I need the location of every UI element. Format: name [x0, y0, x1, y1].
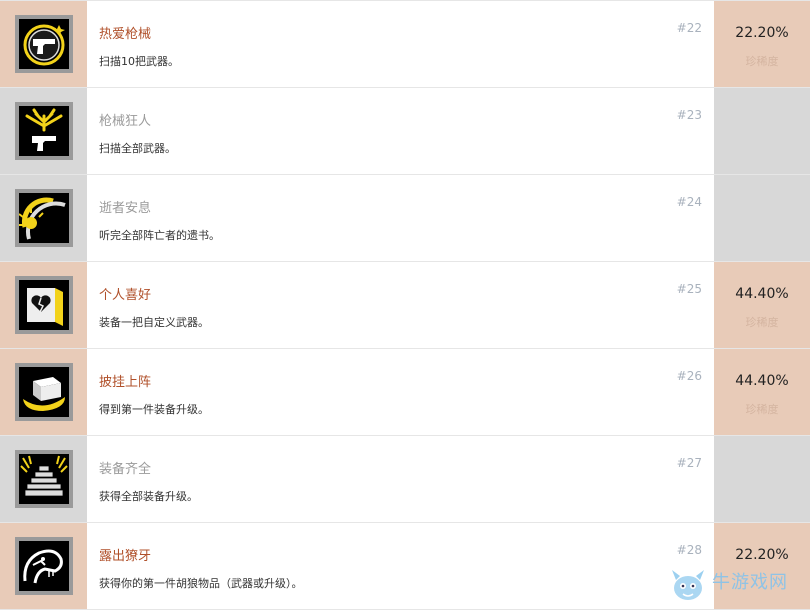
icon-frame [14, 102, 73, 160]
icon-frame [14, 15, 73, 73]
crate-stack-icon [18, 454, 69, 504]
broken-heart-door-icon [18, 280, 69, 330]
rarity-label: 珍稀度 [745, 55, 779, 68]
mascot-icon [664, 564, 712, 610]
rarity-label: 珍稀度 [745, 316, 779, 329]
sunrise-arc-icon [18, 193, 69, 243]
icon-cell [0, 88, 87, 174]
achievement-title: 披挂上阵 [99, 375, 152, 390]
achievement-row[interactable]: 逝者安息 听完全部阵亡者的遗书。 #24 [0, 175, 810, 262]
pistol-badge-icon [18, 19, 69, 69]
achievement-info: 装备齐全 获得全部装备升级。 #27 [87, 436, 714, 522]
achievement-description: 听完全部阵亡者的遗书。 [99, 229, 220, 242]
icon-cell [0, 349, 87, 435]
icon-cell [0, 175, 87, 261]
achievement-title: 逝者安息 [99, 201, 152, 216]
achievement-info: 披挂上阵 得到第一件装备升级。 #26 [87, 349, 714, 435]
rarity-label: 珍稀度 [745, 403, 779, 416]
watermark-text: 牛游戏网 [712, 572, 788, 593]
achievement-description: 获得全部装备升级。 [99, 490, 198, 503]
achievement-title: 热爱枪械 [99, 27, 152, 42]
achievement-title: 露出獠牙 [99, 549, 152, 564]
icon-cell [0, 523, 87, 609]
achievement-info: 逝者安息 听完全部阵亡者的遗书。 #24 [87, 175, 714, 261]
achievement-title: 装备齐全 [99, 462, 152, 477]
rarity-cell [714, 436, 810, 522]
achievement-title: 个人喜好 [99, 288, 152, 303]
achievement-number: #22 [676, 21, 702, 35]
rarity-cell: 44.40% 珍稀度 [714, 349, 810, 435]
achievement-number: #26 [676, 369, 702, 383]
achievement-row[interactable]: 披挂上阵 得到第一件装备升级。 #26 44.40% 珍稀度 [0, 349, 810, 436]
crate-icon [18, 367, 69, 417]
icon-frame [14, 537, 73, 595]
achievement-number: #24 [676, 195, 702, 209]
achievement-number: #25 [676, 282, 702, 296]
achievement-description: 装备一把自定义武器。 [99, 316, 209, 329]
icon-cell [0, 262, 87, 348]
achievement-title: 枪械狂人 [99, 114, 152, 129]
achievement-row[interactable]: 热爱枪械 扫描10把武器。 #22 22.20% 珍稀度 [0, 0, 810, 88]
icon-frame [14, 363, 73, 421]
icon-cell [0, 436, 87, 522]
achievement-list: 热爱枪械 扫描10把武器。 #22 22.20% 珍稀度 枪械狂人 扫描全部武器… [0, 0, 810, 610]
site-watermark: 牛游戏网 [664, 562, 810, 612]
unlock-percentage: 44.40% [735, 373, 789, 389]
achievement-info: 枪械狂人 扫描全部武器。 #23 [87, 88, 714, 174]
achievement-description: 得到第一件装备升级。 [99, 403, 209, 416]
achievement-row[interactable]: 装备齐全 获得全部装备升级。 #27 [0, 436, 810, 523]
achievement-row[interactable]: 个人喜好 装备一把自定义武器。 #25 44.40% 珍稀度 [0, 262, 810, 349]
icon-frame [14, 189, 73, 247]
achievement-description: 扫描全部武器。 [99, 142, 176, 155]
achievement-info: 热爱枪械 扫描10把武器。 #22 [87, 1, 714, 87]
unlock-percentage: 22.20% [735, 25, 789, 41]
achievement-row[interactable]: 枪械狂人 扫描全部武器。 #23 [0, 88, 810, 175]
icon-frame [14, 276, 73, 334]
snake-head-icon [18, 541, 69, 591]
unlock-percentage: 22.20% [735, 547, 789, 563]
achievement-number: #23 [676, 108, 702, 122]
achievement-info: 露出獠牙 获得你的第一件胡狼物品（武器或升级）。 #28 [87, 523, 714, 609]
achievement-number: #28 [676, 543, 702, 557]
rarity-cell [714, 88, 810, 174]
achievement-number: #27 [676, 456, 702, 470]
achievement-info: 个人喜好 装备一把自定义武器。 #25 [87, 262, 714, 348]
rarity-cell [714, 175, 810, 261]
achievement-description: 获得你的第一件胡狼物品（武器或升级）。 [99, 577, 303, 590]
rarity-cell: 22.20% 珍稀度 [714, 1, 810, 87]
icon-frame [14, 450, 73, 508]
icon-cell [0, 1, 87, 87]
antlers-pistol-icon [18, 106, 69, 156]
rarity-cell: 44.40% 珍稀度 [714, 262, 810, 348]
unlock-percentage: 44.40% [735, 286, 789, 302]
achievement-description: 扫描10把武器。 [99, 55, 179, 68]
